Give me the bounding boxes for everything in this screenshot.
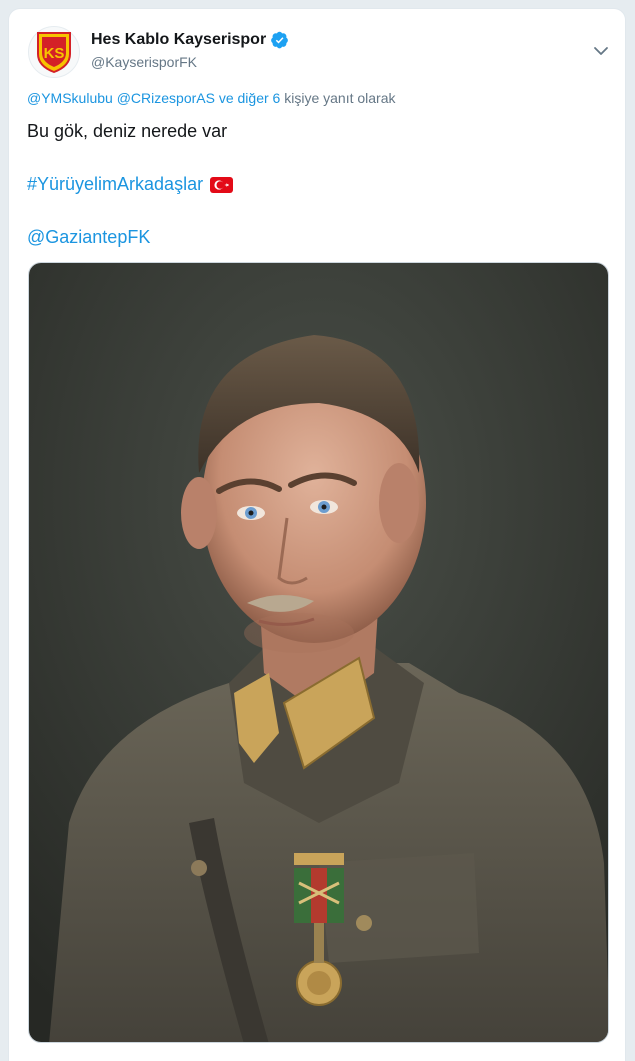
profile-avatar[interactable]: KS (28, 26, 80, 78)
chevron-down-icon[interactable] (591, 41, 611, 61)
reply-mention-crizesporas[interactable]: @CRizesporAS (117, 90, 215, 106)
reply-suffix: kişiye yanıt olarak (284, 90, 396, 106)
tweet-photo[interactable] (28, 262, 609, 1043)
reply-mention-ymskulubu[interactable]: @YMSkulubu (27, 90, 113, 106)
tweet-card[interactable]: KS Hes Kablo Kayserispor @KayserisporFK … (8, 8, 626, 1061)
hashtag-link[interactable]: #YürüyelimArkadaşlar (27, 174, 234, 195)
reply-context: @YMSkulubu @CRizesporAS ve diğer 6 kişiy… (27, 90, 396, 106)
logo-lettering: KS (44, 45, 65, 62)
tweet-text: Bu gök, deniz nerede var (27, 121, 228, 141)
turkey-flag-icon (210, 176, 234, 193)
hashtag-text[interactable]: #YürüyelimArkadaşlar (27, 174, 203, 195)
reply-others-link[interactable]: ve diğer 6 (219, 90, 280, 106)
mention-gaziantepfk[interactable]: @GaziantepFK (27, 227, 150, 248)
display-name[interactable]: Hes Kablo Kayserispor (91, 31, 266, 49)
portrait-image (29, 263, 608, 1042)
verified-badge-icon (271, 31, 289, 49)
kayserispor-logo-icon: KS (37, 32, 71, 74)
user-handle[interactable]: @KayserisporFK (91, 54, 197, 70)
